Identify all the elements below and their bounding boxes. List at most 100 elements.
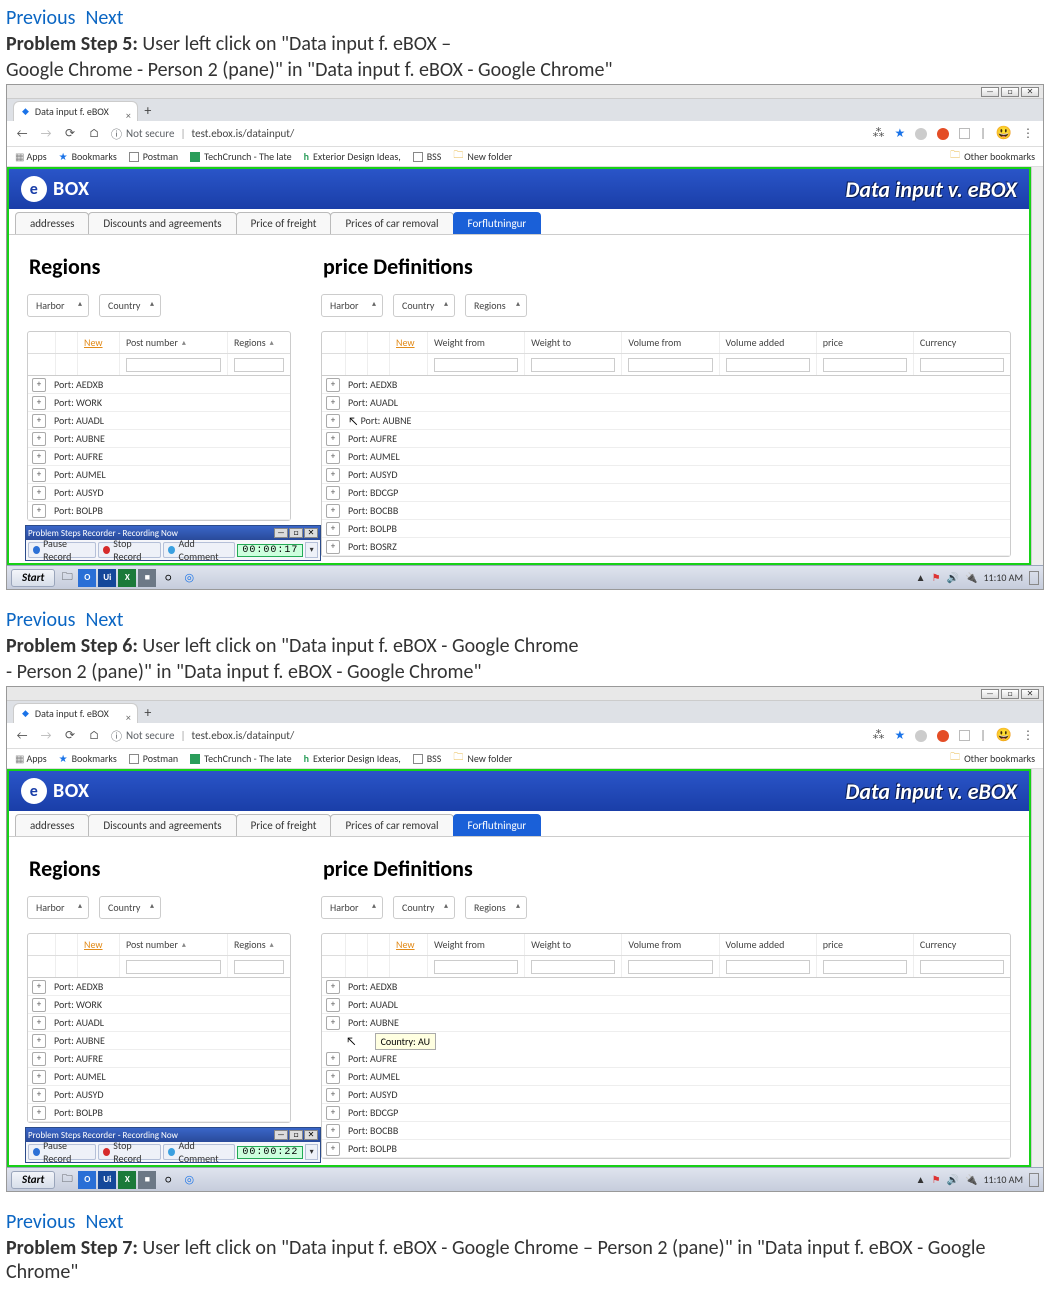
table-row[interactable]: +Port: AUFRE	[28, 448, 290, 466]
prev-link[interactable]: Previous	[6, 6, 75, 30]
taskbar-icon[interactable]: Ui	[98, 1171, 116, 1189]
expand-icon[interactable]: +	[32, 468, 46, 482]
expand-icon[interactable]: +	[326, 980, 340, 994]
table-row[interactable]: +Port: AUSYD	[28, 1086, 290, 1104]
expand-icon[interactable]: +	[326, 998, 340, 1012]
filter-input[interactable]	[823, 358, 907, 372]
ext-icon[interactable]	[937, 128, 949, 140]
bookmark-item[interactable]: BSS	[413, 150, 442, 163]
tab-addresses[interactable]: addresses	[15, 212, 89, 234]
filter-input[interactable]	[434, 960, 518, 974]
bookmark-item[interactable]: Postman	[129, 752, 178, 765]
back-icon[interactable]: ←	[15, 127, 29, 141]
prev-link[interactable]: Previous	[6, 608, 75, 632]
tab-car-removal[interactable]: Prices of car removal	[330, 814, 453, 836]
new-link[interactable]: New	[396, 336, 415, 349]
expand-icon[interactable]: +	[326, 522, 340, 536]
new-tab-button[interactable]: +	[138, 703, 158, 723]
expand-icon[interactable]: +	[32, 378, 46, 392]
filter-input[interactable]	[628, 358, 712, 372]
expand-icon[interactable]: +	[32, 396, 46, 410]
filter-input[interactable]	[434, 358, 518, 372]
expand-icon[interactable]: +	[32, 486, 46, 500]
forward-icon[interactable]: →	[39, 729, 53, 743]
tab-discounts[interactable]: Discounts and agreements	[88, 212, 236, 234]
expand-icon[interactable]: +	[326, 1070, 340, 1084]
next-link[interactable]: Next	[85, 6, 123, 30]
table-row[interactable]: +↖Port: AUBNE	[322, 412, 1010, 430]
table-row[interactable]: +Port: AUADL	[28, 412, 290, 430]
filter-country[interactable]: Country	[393, 896, 455, 919]
expand-icon[interactable]: +	[326, 1106, 340, 1120]
taskbar-icon[interactable]: ◎	[180, 1171, 198, 1189]
taskbar-icon[interactable]: Ui	[98, 569, 116, 587]
menu-icon[interactable]: ⋮	[1022, 728, 1035, 743]
pause-button[interactable]: Pause Record	[28, 542, 96, 558]
expand-icon[interactable]: +	[32, 432, 46, 446]
filter-harbor[interactable]: Harbor	[321, 294, 383, 317]
max-icon[interactable]: □	[1001, 689, 1019, 699]
close-icon[interactable]: ×	[126, 106, 131, 126]
expand-icon[interactable]: +	[326, 486, 340, 500]
new-link[interactable]: New	[84, 336, 103, 349]
new-tab-button[interactable]: +	[138, 101, 158, 121]
expand-icon[interactable]: +	[32, 450, 46, 464]
table-row[interactable]: +Port: AEDXB	[322, 376, 1010, 394]
min-icon[interactable]: —	[981, 87, 999, 97]
bookmark-item[interactable]: h Exterior Design Ideas,	[304, 150, 401, 163]
filter-input[interactable]	[234, 960, 284, 974]
tab-price-freight[interactable]: Price of freight	[236, 212, 332, 234]
filter-harbor[interactable]: Harbor	[27, 294, 89, 317]
table-row[interactable]: +Port: BOLPB	[28, 502, 290, 520]
table-row[interactable]: +Port: AUSYD	[28, 484, 290, 502]
avatar-icon[interactable]: 😃	[996, 126, 1012, 141]
bookmark-item[interactable]: ★ Bookmarks	[59, 150, 117, 163]
expand-icon[interactable]: +	[32, 1106, 46, 1120]
table-row[interactable]: +Port: AUADL	[28, 1014, 290, 1032]
forward-icon[interactable]: →	[39, 127, 53, 141]
bookmark-item[interactable]: Postman	[129, 150, 178, 163]
taskbar-icon[interactable]: ○	[159, 1171, 177, 1189]
table-row[interactable]: +Port: AEDXB	[322, 978, 1010, 996]
close-icon[interactable]: ✕	[1021, 87, 1039, 97]
table-row[interactable]: +Port: BDCGP	[322, 484, 1010, 502]
table-row[interactable]: +Port: AEDXB	[28, 978, 290, 996]
tab-forflutningur[interactable]: Forflutningur	[453, 814, 542, 836]
stop-button[interactable]: Stop Record	[98, 1144, 161, 1160]
psr-menu[interactable]: ▾	[305, 1144, 318, 1160]
reload-icon[interactable]: ⟳	[63, 126, 77, 141]
taskbar-icon[interactable]: X	[118, 1171, 136, 1189]
filter-input[interactable]	[126, 960, 221, 974]
filter-harbor[interactable]: Harbor	[27, 896, 89, 919]
psr-window[interactable]: Problem Steps Recorder - Recording Now —…	[25, 525, 321, 561]
table-row[interactable]: +Port: AUBNE	[322, 1014, 1010, 1032]
expand-icon[interactable]: +	[326, 396, 340, 410]
tab-car-removal[interactable]: Prices of car removal	[330, 212, 453, 234]
bookmark-item[interactable]: TechCrunch - The late	[190, 150, 291, 163]
expand-icon[interactable]: +	[32, 414, 46, 428]
filter-country[interactable]: Country	[99, 896, 161, 919]
expand-icon[interactable]: +	[32, 504, 46, 518]
tab-discounts[interactable]: Discounts and agreements	[88, 814, 236, 836]
table-row[interactable]: +Port: AUFRE	[322, 430, 1010, 448]
table-row[interactable]: +Port: AUMEL	[322, 448, 1010, 466]
star-icon[interactable]: ★	[895, 728, 906, 743]
bookmark-item[interactable]: TechCrunch - The late	[190, 752, 291, 765]
expand-icon[interactable]: +	[32, 980, 46, 994]
next-link[interactable]: Next	[85, 608, 123, 632]
ext-icon[interactable]	[915, 128, 927, 140]
tab-price-freight[interactable]: Price of freight	[236, 814, 332, 836]
expand-icon[interactable]: +	[326, 378, 340, 392]
psr-window[interactable]: Problem Steps Recorder - Recording Now —…	[25, 1127, 321, 1163]
table-row[interactable]: +Port: AUBNE	[28, 430, 290, 448]
translate-icon[interactable]: ⁂	[873, 728, 885, 743]
table-row[interactable]: +Port: AUMEL	[322, 1068, 1010, 1086]
taskbar-icon[interactable]: 🗀	[58, 569, 76, 587]
browser-tab[interactable]: ◆ Data input f. eBOX ×	[13, 101, 138, 121]
table-row[interactable]: +Port: AUSYD	[322, 466, 1010, 484]
pause-button[interactable]: Pause Record	[28, 1144, 96, 1160]
table-row[interactable]: +Port: WORK	[28, 394, 290, 412]
menu-icon[interactable]: ⋮	[1022, 126, 1035, 141]
filter-harbor[interactable]: Harbor	[321, 896, 383, 919]
table-row[interactable]: +Port: AUFRE	[28, 1050, 290, 1068]
